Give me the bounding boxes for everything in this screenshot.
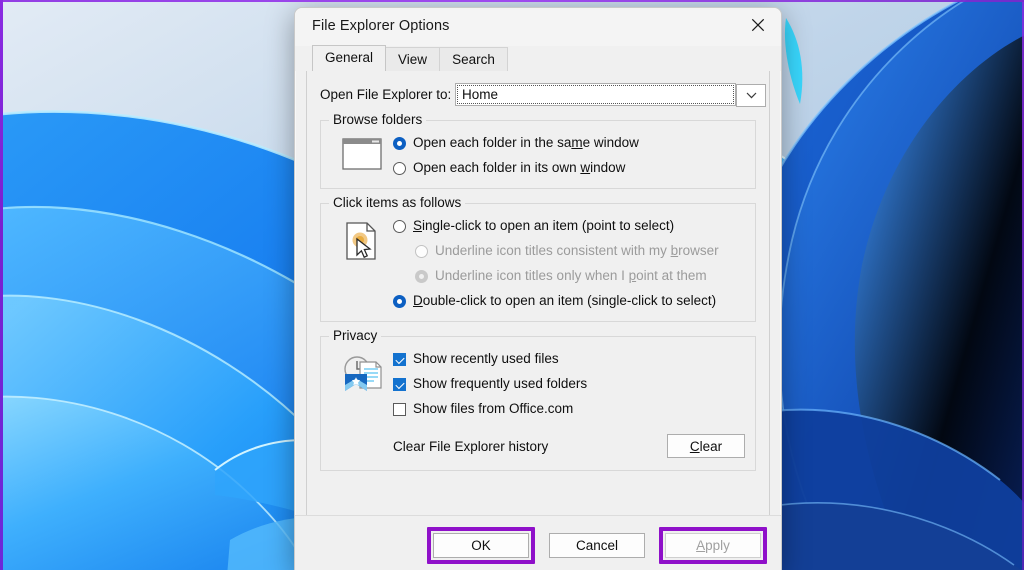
tab-general[interactable]: General — [312, 45, 386, 71]
radio-indicator — [393, 220, 406, 233]
open-to-label: Open File Explorer to: — [320, 87, 455, 102]
radio-underline-on-hover: Underline icon titles only when I point … — [415, 268, 745, 284]
checkbox-show-frequently-used-folders[interactable]: Show frequently used folders — [393, 376, 745, 392]
checkbox-indicator — [393, 353, 406, 366]
dialog-action-buttons: OK Cancel Apply — [427, 527, 767, 564]
checkbox-show-files-from-office[interactable]: Show files from Office.com — [393, 401, 745, 417]
checkbox-show-files-from-office-label: Show files from Office.com — [413, 401, 573, 417]
ok-button-highlight: OK — [427, 527, 535, 564]
screenshot-border-left — [0, 0, 3, 570]
radio-double-click-label: Double-click to open an item (single-cli… — [413, 293, 716, 309]
dialog-titlebar: File Explorer Options — [295, 8, 781, 46]
browse-folders-group: Browse folders Open each folder in the s… — [320, 120, 756, 189]
dialog-footer: OK Cancel Apply — [295, 515, 781, 570]
tab-view-label: View — [398, 52, 427, 67]
radio-single-click-label: Single-click to open an item (point to s… — [413, 218, 674, 234]
radio-underline-consistent-browser: Underline icon titles consistent with my… — [415, 243, 745, 259]
focus-rectangle — [457, 85, 734, 104]
radio-indicator — [415, 270, 428, 283]
radio-open-own-window-label: Open each folder in its own window — [413, 160, 625, 176]
tab-search-label: Search — [452, 52, 495, 67]
apply-button-highlight: Apply — [659, 527, 767, 564]
clear-history-label: Clear File Explorer history — [393, 439, 548, 454]
clear-button[interactable]: Clear — [667, 434, 745, 458]
tab-general-label: General — [325, 50, 373, 65]
checkbox-indicator — [393, 378, 406, 391]
privacy-group: Privacy — [320, 336, 756, 471]
browse-folders-legend: Browse folders — [329, 112, 426, 127]
ok-button[interactable]: OK — [433, 533, 529, 558]
tab-search[interactable]: Search — [439, 47, 508, 72]
click-items-group: Click items as follows — [320, 203, 756, 322]
radio-underline-consistent-browser-label: Underline icon titles consistent with my… — [435, 243, 719, 259]
radio-open-same-window-label: Open each folder in the same window — [413, 135, 639, 151]
open-to-value: Home — [456, 87, 498, 102]
screen: File Explorer Options General View Searc… — [0, 0, 1024, 570]
radio-indicator — [393, 162, 406, 175]
general-tab-panel: Open File Explorer to: Home Browse folde… — [306, 71, 770, 568]
radio-indicator — [393, 137, 406, 150]
cancel-button[interactable]: Cancel — [549, 533, 645, 558]
screenshot-border-top — [0, 0, 1024, 2]
checkbox-show-recently-used-files-label: Show recently used files — [413, 351, 559, 367]
radio-open-own-window[interactable]: Open each folder in its own window — [393, 160, 745, 176]
checkbox-show-frequently-used-folders-label: Show frequently used folders — [413, 376, 587, 392]
tab-view[interactable]: View — [385, 47, 440, 72]
radio-open-same-window[interactable]: Open each folder in the same window — [393, 135, 745, 151]
radio-underline-on-hover-label: Underline icon titles only when I point … — [435, 268, 707, 284]
checkbox-indicator — [393, 403, 406, 416]
radio-double-click[interactable]: Double-click to open an item (single-cli… — [393, 293, 745, 309]
radio-indicator — [415, 245, 428, 258]
tab-strip: General View Search — [295, 46, 781, 71]
radio-single-click[interactable]: Single-click to open an item (point to s… — [393, 218, 745, 234]
chevron-down-icon[interactable] — [736, 84, 766, 107]
click-items-legend: Click items as follows — [329, 195, 465, 210]
dialog-title: File Explorer Options — [312, 18, 450, 34]
open-file-explorer-to-row: Open File Explorer to: Home — [307, 71, 769, 106]
radio-indicator — [393, 295, 406, 308]
document-pointer-icon — [331, 218, 393, 309]
apply-button[interactable]: Apply — [665, 533, 761, 558]
history-document-icon — [331, 351, 393, 458]
file-explorer-options-dialog: File Explorer Options General View Searc… — [294, 7, 782, 570]
folder-window-icon — [331, 135, 393, 176]
privacy-legend: Privacy — [329, 328, 381, 343]
checkbox-show-recently-used-files[interactable]: Show recently used files — [393, 351, 745, 367]
open-to-combobox[interactable]: Home — [455, 83, 736, 106]
clear-history-row: Clear File Explorer history Clear — [393, 434, 745, 458]
close-icon[interactable] — [735, 8, 781, 42]
